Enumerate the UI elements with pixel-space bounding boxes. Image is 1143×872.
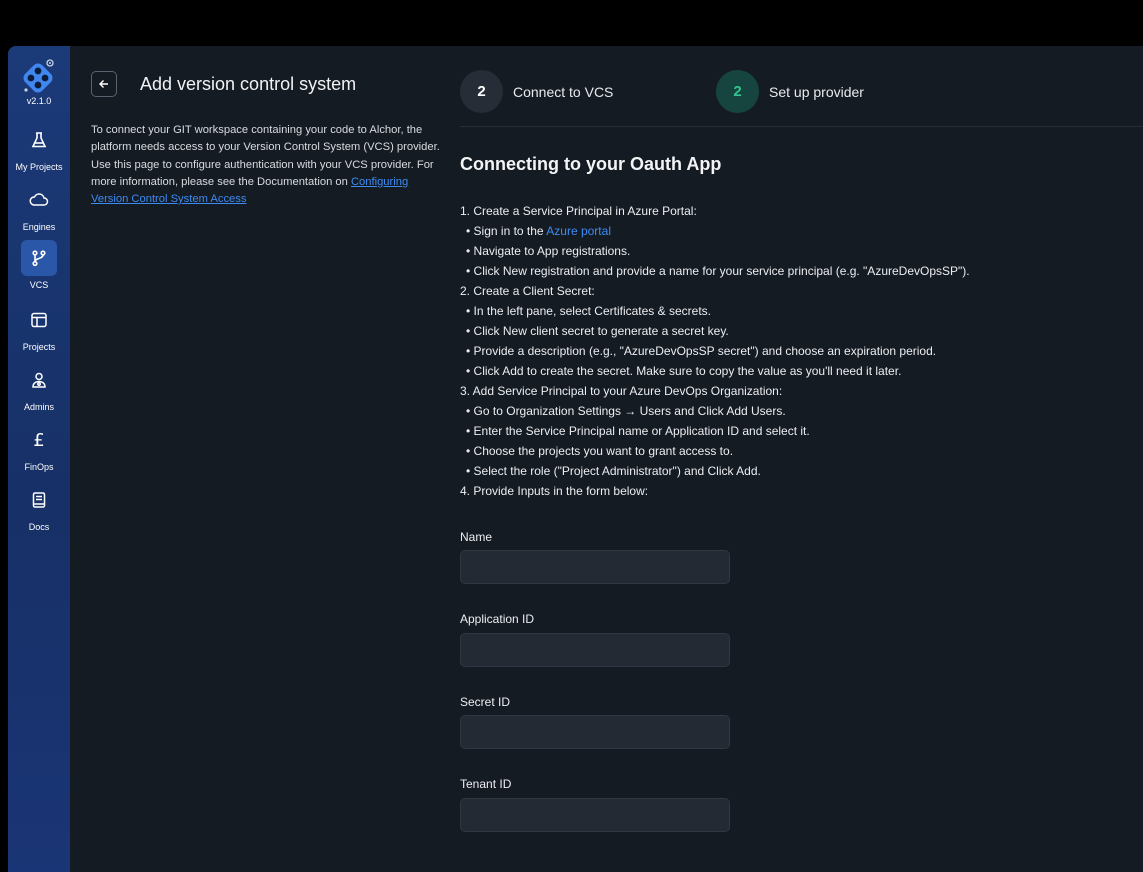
sidebar-item-projects[interactable]: Projects: [8, 302, 70, 352]
secret-id-field[interactable]: [460, 715, 730, 749]
section-heading: Connecting to your Oauth App: [460, 154, 722, 174]
step-setup-provider: 2 Set up provider: [716, 70, 864, 113]
git-branch-icon: [21, 240, 57, 276]
pound-icon: £: [33, 429, 45, 451]
step-connect-vcs: 2 Connect to VCS: [460, 70, 613, 113]
list-item: • Go to Organization Settings → Users an…: [466, 404, 786, 418]
sidebar-item-my-projects[interactable]: My Projects: [8, 122, 70, 172]
logo-icon[interactable]: [22, 58, 56, 94]
step-number: 2: [460, 70, 503, 113]
list-item: • Click New registration and provide a n…: [466, 264, 970, 278]
list-item: • Click New client secret to generate a …: [466, 324, 729, 338]
list-item: • Click Add to create the secret. Make s…: [466, 364, 902, 378]
book-icon: [21, 482, 57, 518]
app-window: v2.1.0 My Projects Engines VCS Projects …: [8, 46, 1143, 872]
instructions-list: 1. Create a Service Principal in Azure P…: [460, 201, 1140, 501]
sidebar-item-vcs[interactable]: VCS: [8, 240, 70, 290]
layout-icon: [21, 302, 57, 338]
flask-icon: [21, 122, 57, 158]
list-item: • Sign in to the Azure portal: [466, 224, 611, 238]
application-id-label: Application ID: [460, 612, 535, 626]
list-item: • In the left pane, select Certificates …: [466, 304, 711, 318]
list-item: • Provide a description (e.g., "AzureDev…: [466, 344, 937, 358]
list-item: 3. Add Service Principal to your Azure D…: [460, 384, 783, 398]
page-title: Add version control system: [140, 74, 357, 94]
main-panel: Add version control system To connect yo…: [70, 46, 1143, 872]
divider: [460, 126, 1143, 127]
instructions-section: Connecting to your Oauth App 1. Create a…: [460, 154, 1140, 501]
tenant-id-label: Tenant ID: [460, 777, 512, 791]
user-admin-icon: [21, 362, 57, 398]
step-number: 2: [716, 70, 759, 113]
secret-id-label: Secret ID: [460, 695, 511, 709]
arrow-left-icon: [99, 80, 108, 88]
name-label: Name: [460, 530, 493, 544]
name-field[interactable]: [460, 550, 730, 584]
list-item: 1. Create a Service Principal in Azure P…: [460, 204, 697, 218]
list-item: • Choose the projects you want to grant …: [466, 444, 734, 458]
application-id-field[interactable]: [460, 633, 730, 667]
list-item: 2. Create a Client Secret:: [460, 284, 595, 298]
back-button[interactable]: [91, 71, 117, 97]
list-item: • Select the role ("Project Administrato…: [466, 464, 761, 478]
page-description: To connect your GIT workspace containing…: [91, 122, 441, 208]
step-label: Connect to VCS: [513, 83, 614, 100]
step-label: Set up provider: [769, 83, 864, 100]
azure-portal-link[interactable]: Azure portal: [546, 224, 611, 238]
tenant-id-field[interactable]: [460, 798, 730, 832]
sidebar-item-engines[interactable]: Engines: [8, 182, 70, 232]
cloud-icon: [21, 182, 57, 218]
list-item: • Enter the Service Principal name or Ap…: [466, 424, 810, 438]
list-item: • Navigate to App registrations.: [466, 244, 631, 258]
app-version: v2.1.0: [26, 96, 52, 106]
sidebar-item-admins[interactable]: Admins: [8, 362, 70, 412]
sidebar-item-finops[interactable]: £ FinOps: [8, 422, 70, 473]
list-item: 4. Provide Inputs in the form below:: [460, 484, 649, 498]
sidebar-item-docs[interactable]: Docs: [8, 482, 70, 532]
sidebar: v2.1.0 My Projects Engines VCS Projects …: [8, 46, 70, 872]
